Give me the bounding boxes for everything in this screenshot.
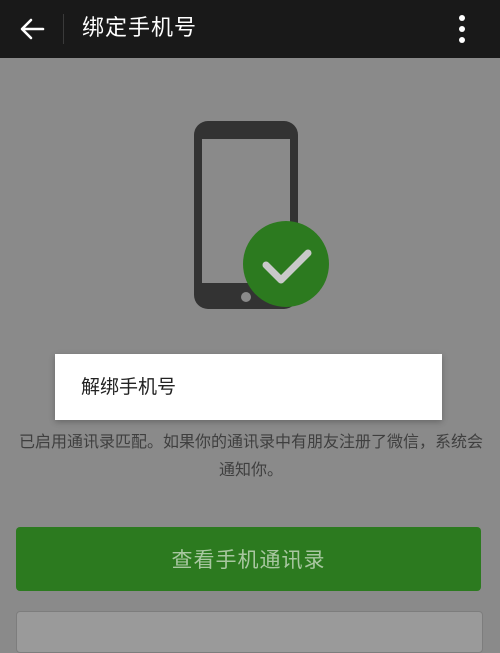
contact-matching-description: 已启用通讯录匹配。如果你的通讯录中有朋友注册了微信，系统会通知你。: [18, 432, 483, 479]
page-title: 绑定手机号: [82, 16, 198, 41]
top-app-bar: 绑定手机号: [0, 0, 500, 58]
check-circle-icon: [243, 221, 329, 307]
unbind-menu-item[interactable]: 解绑手机号: [55, 354, 442, 420]
more-options-button[interactable]: [438, 5, 486, 53]
title-divider: [63, 14, 64, 44]
arrow-left-icon: [20, 18, 45, 40]
bound-phone-illustration: [180, 115, 340, 315]
more-vert-icon: [459, 15, 465, 43]
view-contacts-button[interactable]: 查看手机通讯录: [16, 527, 481, 591]
secondary-button[interactable]: [16, 611, 483, 653]
back-button[interactable]: [8, 5, 56, 53]
unbind-menu-item-label: 解绑手机号: [81, 376, 177, 398]
